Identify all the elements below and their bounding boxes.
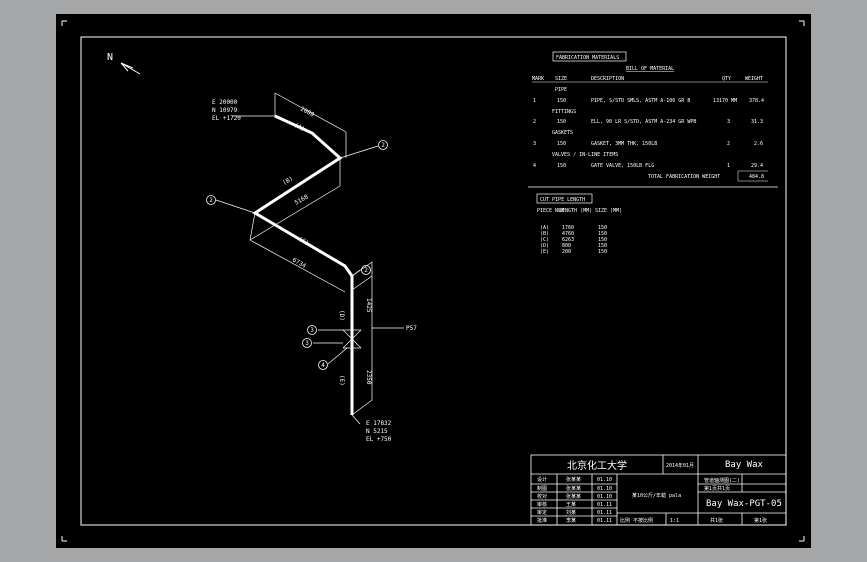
tb-name: 王某 <box>566 502 576 508</box>
title-scale: 比例 不按比例 <box>620 517 653 524</box>
cut-header: LENGTH (MM) <box>559 208 592 214</box>
tb-date: 01.10 <box>597 477 612 483</box>
bom-header: WEIGHT <box>745 76 763 82</box>
tb-role: 设计 <box>537 476 547 483</box>
north-arrow-icon <box>120 62 141 75</box>
bom-cell: 2 <box>533 119 536 125</box>
drawing-border <box>80 36 787 526</box>
dim-seg4: 1425 <box>365 298 372 313</box>
title-university: 北京化工大学 <box>567 459 627 472</box>
drawing-svg: N 2 2 2 3 3 4 E 20000 N 10979 EL +1720 E… <box>61 20 805 542</box>
bom-section: FITTINGS <box>552 109 576 115</box>
bom-total-value: 484.8 <box>749 174 764 180</box>
bom-section: GASKETS <box>552 130 573 136</box>
title-company: Bay Wax <box>725 460 764 470</box>
north-label: N <box>107 52 113 63</box>
tb-date: 01.11 <box>597 510 612 516</box>
bom-header: DESCRIPTION <box>591 76 624 82</box>
bom-headers: MARK SIZE DESCRIPTION QTY WEIGHT <box>532 76 763 82</box>
start-e: E 20000 <box>212 99 238 106</box>
cut-cell: 150 <box>598 249 607 255</box>
cut-label-b: (B) <box>282 175 295 186</box>
bom-cell: 150 <box>557 163 566 169</box>
dim-seg2: 5168 <box>294 193 310 206</box>
cut-label-d: (D) <box>338 310 345 321</box>
bom-cell: 1 <box>727 163 730 169</box>
drawing-title: 某10公斤/年蜡 pala <box>632 492 681 499</box>
tb-role: 校对 <box>537 493 547 500</box>
bom-cell: PIPE, S/STD SMLS, ASTM A-106 GR B <box>591 98 690 104</box>
balloon-label: 3 <box>310 327 314 334</box>
bom-cell: 29.4 <box>751 163 763 169</box>
cut-label-a: (A) <box>293 122 306 133</box>
bom-cell: 3 <box>533 141 536 147</box>
bom-cell: 2 <box>727 141 730 147</box>
bom-cell: 150 <box>557 141 566 147</box>
bom-cell: 2.6 <box>754 141 763 147</box>
end-el: EL +750 <box>366 436 392 443</box>
tb-role: 批准 <box>537 517 547 524</box>
title-subtitle1: 管道轴测图(二) <box>704 477 740 484</box>
bom-cell: 1 <box>533 98 536 104</box>
start-el: EL +1720 <box>212 115 241 122</box>
tb-role: 审定 <box>537 509 547 516</box>
tb-name: 张某某 <box>566 476 581 483</box>
cut-title: CUT PIPE LENGTH <box>540 197 585 203</box>
tb-name: 张某某 <box>566 485 581 492</box>
bom-total-label: TOTAL FABRICATION WEIGHT <box>648 174 720 180</box>
bom-cell: GATE VALVE, 150LB FLG <box>591 163 654 169</box>
bom-cell: 150 <box>557 98 566 104</box>
tb-date: 01.11 <box>597 502 612 508</box>
valve-ref: P57 <box>406 325 417 332</box>
bom-header: MARK <box>532 76 544 82</box>
cut-label-e: (E) <box>338 375 345 386</box>
dim-seg3: 6734 <box>291 257 307 270</box>
bom-section: VALVES / IN-LINE ITEMS <box>552 152 618 158</box>
bom-section: PIPE <box>555 87 567 93</box>
title-date: 2014年01月 <box>666 462 694 469</box>
cut-cell: 200 <box>562 249 571 255</box>
tb-role: 审核 <box>537 501 547 508</box>
balloon-label: 2 <box>209 197 213 204</box>
tb-name: 张某某 <box>566 493 581 500</box>
bom-header: QTY <box>722 76 731 82</box>
dim-seg5: 2350 <box>365 370 372 385</box>
title-subtitle2: 第1页共1页 <box>704 485 730 492</box>
bom-cell: 378.4 <box>749 98 764 104</box>
drawing-number: Bay Wax-PGT-05 <box>706 499 782 509</box>
item-balloons <box>206 140 388 370</box>
title-scale-value: 1:1 <box>670 518 679 524</box>
fab-title: FABRICATION MATERIALS <box>556 55 619 61</box>
bom-cell: 150 <box>557 119 566 125</box>
tb-name: 李某 <box>566 517 576 524</box>
bom-cell: 4 <box>533 163 536 169</box>
bom-cell: GASKET, 3MM THK, 150LB <box>591 141 657 147</box>
cut-header: SIZE (MM) <box>595 208 622 214</box>
title-sheet-total: 共1张 <box>710 517 723 524</box>
bom-title: BILL OF MATERIAL <box>626 66 674 72</box>
bom-cell: ELL, 90 LR S/STD, ASTM A-234 GR WPB <box>591 119 696 125</box>
tb-date: 01.10 <box>597 486 612 492</box>
tb-role: 制图 <box>537 485 547 492</box>
bom-cell: 31.3 <box>751 119 763 125</box>
start-n: N 10979 <box>212 107 238 114</box>
balloon-label: 3 <box>305 340 309 347</box>
dim-seg1: 2000 <box>299 106 315 119</box>
bom-cell: 13170 MM <box>713 98 737 104</box>
title-sheet-no: 第1张 <box>754 517 767 524</box>
end-n: N 5215 <box>366 428 388 435</box>
balloon-label: 2 <box>381 142 385 149</box>
tb-date: 01.10 <box>597 494 612 500</box>
cut-cell: (E) <box>540 249 549 255</box>
drawing-canvas[interactable]: N 2 2 2 3 3 4 E 20000 N 10979 EL +1720 E… <box>56 14 811 548</box>
dimension-lines <box>215 92 404 425</box>
bom-header: SIZE <box>555 76 567 82</box>
tb-name: 刘某 <box>566 509 576 516</box>
end-e: E 17832 <box>366 420 392 427</box>
balloon-label: 2 <box>364 267 368 274</box>
balloon-label: 4 <box>321 362 325 369</box>
tb-date: 01.11 <box>597 518 612 524</box>
bom-cell: 3 <box>727 119 730 125</box>
